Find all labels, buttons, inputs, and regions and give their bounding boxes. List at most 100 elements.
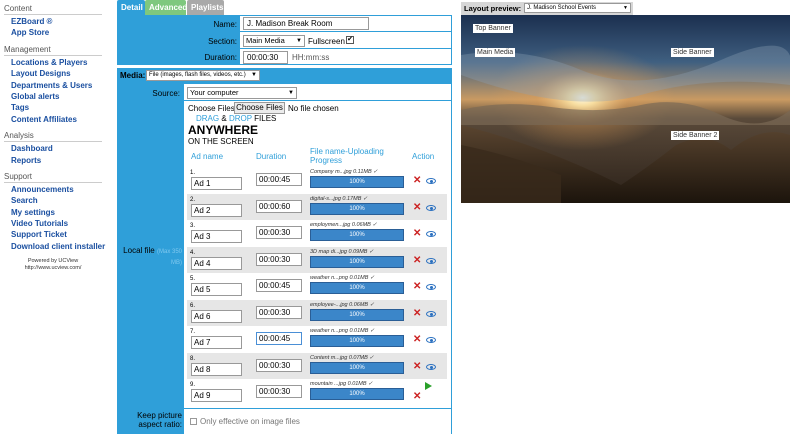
layout-preview-select[interactable]: J. Madison School Events ▼ (524, 3, 631, 13)
tab-advanced[interactable]: Advanced (145, 0, 187, 16)
sidebar-item-content-affiliates[interactable]: Content Affiliates (0, 114, 106, 125)
preview-eye-icon[interactable] (426, 257, 436, 264)
preview-eye-icon[interactable] (426, 337, 436, 343)
sidebar-section-title: Support (4, 171, 33, 181)
divider (240, 31, 451, 32)
choose-files-text: Choose Files (188, 104, 235, 113)
ad-name-field[interactable]: Ad 9 (191, 389, 242, 402)
sidebar-section-title: Management (4, 44, 51, 54)
delete-icon[interactable]: ✕ (413, 176, 421, 186)
ad-file-name: Content m...jpg 0.07MB ✓ (310, 354, 374, 361)
ad-name-field[interactable]: Ad 6 (191, 309, 242, 323)
sunset-mountain-image (461, 15, 790, 203)
sidebar-item-locations-players[interactable]: Locations & Players (0, 57, 106, 68)
sidebar-item-video-tutorials[interactable]: Video Tutorials (0, 218, 106, 229)
drag-drop-text: DRAG & DROP FILES (196, 114, 276, 123)
delete-icon[interactable]: ✕ (413, 282, 421, 292)
ad-duration-field[interactable]: 00:00:30 (256, 358, 302, 372)
ad-file-name: Company m...jpg 0.11MB ✓ (310, 169, 378, 175)
ad-name-field[interactable]: Ad 7 (191, 336, 242, 349)
ad-name-field[interactable]: Ad 8 (191, 362, 242, 376)
preview-eye-icon[interactable] (426, 363, 436, 370)
tab-detail[interactable]: Detail (117, 0, 145, 16)
tab-playlists[interactable]: Playlists (187, 0, 224, 16)
ad-name-field[interactable]: Ad 3 (191, 230, 242, 243)
sidebar-item-my-settings[interactable]: My settings (0, 207, 106, 218)
sidebar-item-app-store[interactable]: App Store (0, 27, 106, 38)
sidebar-item-reports[interactable]: Reports (0, 155, 106, 166)
name-field[interactable]: J. Madison Break Room (243, 17, 369, 30)
source-select[interactable]: Your computer ▼ (187, 87, 297, 99)
powered-by-url[interactable]: http://www.ucview.com/ (0, 265, 106, 272)
divider (184, 408, 451, 409)
name-label: Name: (213, 20, 237, 29)
upload-progress-bar: 100% (310, 308, 404, 321)
ad-duration-field[interactable]: 00:00:30 (256, 305, 302, 319)
ad-name-field[interactable]: Ad 4 (191, 256, 242, 270)
delete-icon[interactable]: ✕ (413, 229, 421, 239)
divider (184, 100, 451, 101)
chevron-down-icon: ▼ (296, 38, 302, 44)
zone-top-banner[interactable]: Top Banner (473, 24, 513, 33)
ad-duration-field[interactable]: 00:00:30 (256, 252, 302, 266)
preview-eye-icon[interactable] (426, 204, 436, 211)
sidebar-item-search[interactable]: Search (0, 195, 106, 206)
fullscreen-checkbox[interactable]: ✔ (346, 36, 354, 44)
ad-number: 2. (190, 196, 196, 203)
choose-files-button[interactable]: Choose Files (234, 102, 285, 114)
sidebar-item-support-ticket[interactable]: Support Ticket (0, 229, 106, 240)
sidebar-item-dashboard[interactable]: Dashboard (0, 143, 106, 154)
sidebar-item-tags[interactable]: Tags (0, 102, 106, 113)
zone-side-banner-2[interactable]: Side Banner 2 (671, 131, 720, 140)
preview-eye-icon[interactable] (426, 284, 436, 290)
sidebar-item-layout-designs[interactable]: Layout Designs (0, 68, 106, 79)
ad-name-field[interactable]: Ad 1 (191, 177, 242, 190)
delete-icon[interactable]: ✕ (413, 335, 421, 345)
ad-name-field[interactable]: Ad 2 (191, 203, 242, 217)
section-select[interactable]: Main Media ▼ (243, 35, 305, 47)
duration-field[interactable]: 00:00:30 (243, 51, 288, 64)
delete-icon[interactable]: ✕ (413, 308, 421, 319)
delete-icon[interactable]: ✕ (413, 392, 421, 402)
table-row: 1. Ad 1 00:00:45 Company m...jpg 0.11MB ✓ 10… (187, 167, 447, 193)
table-row: 7. Ad 7 00:00:45 weather n...png 0.01MB ✓ 10… (187, 326, 447, 352)
ad-duration-field[interactable]: 00:00:30 (256, 226, 302, 239)
delete-icon[interactable]: ✕ (413, 202, 421, 213)
upload-progress-bar: 100% (310, 255, 404, 268)
ad-duration-field[interactable]: 00:00:60 (256, 199, 302, 213)
sidebar-item-ezboard[interactable]: EZBoard ® (0, 16, 106, 27)
ad-duration-field[interactable]: 00:00:45 (256, 279, 302, 292)
ad-duration-field[interactable]: 00:00:45 (256, 173, 302, 186)
media-type-select[interactable]: File (images, flash files, videos, etc.)… (146, 70, 260, 81)
preview-eye-icon[interactable] (426, 310, 436, 317)
preview-eye-icon[interactable] (426, 178, 436, 184)
delete-icon[interactable]: ✕ (413, 361, 421, 372)
zone-side-banner[interactable]: Side Banner (671, 48, 714, 57)
ad-name-field[interactable]: Ad 5 (191, 283, 242, 296)
layout-preview-image: Top Banner Main Media Side Banner Side B… (461, 15, 790, 203)
ad-file-name: weather n...png 0.01MB ✓ (310, 328, 375, 334)
zone-main-media[interactable]: Main Media (475, 48, 516, 57)
keep-aspect-label-line1: Keep picture (137, 411, 182, 420)
keep-aspect-label-line2: aspect ratio: (138, 420, 182, 429)
ad-number: 1. (190, 170, 196, 176)
delete-icon[interactable]: ✕ (413, 255, 421, 266)
sidebar-item-download-client[interactable]: Download client installer (0, 241, 106, 252)
play-icon[interactable] (425, 382, 432, 390)
sidebar-item-departments-users[interactable]: Departments & Users (0, 80, 106, 91)
sidebar-item-global-alerts[interactable]: Global alerts (0, 91, 106, 102)
preview-eye-icon[interactable] (426, 231, 436, 237)
ad-duration-field[interactable]: 00:00:30 (256, 385, 302, 398)
ad-duration-field[interactable]: 00:00:45 (256, 332, 302, 345)
sidebar-section-title: Analysis (4, 131, 34, 141)
ad-number: 9. (190, 382, 196, 388)
ad-number: 8. (190, 355, 196, 362)
table-row: 3. Ad 3 00:00:30 employmen...jpg 0.06MB ✓ 10… (187, 220, 447, 246)
on-screen-text: ON THE SCREEN (188, 137, 254, 146)
keep-aspect-checkbox[interactable] (190, 418, 197, 425)
ad-number: 4. (190, 249, 196, 256)
upload-progress-bar: 100% (310, 361, 404, 374)
sidebar-item-announcements[interactable]: Announcements (0, 184, 106, 195)
table-row: 4. Ad 4 00:00:30 3D map di...jpg 0.09MB ✓ 10… (187, 246, 447, 273)
duration-label: Duration: (204, 53, 237, 62)
